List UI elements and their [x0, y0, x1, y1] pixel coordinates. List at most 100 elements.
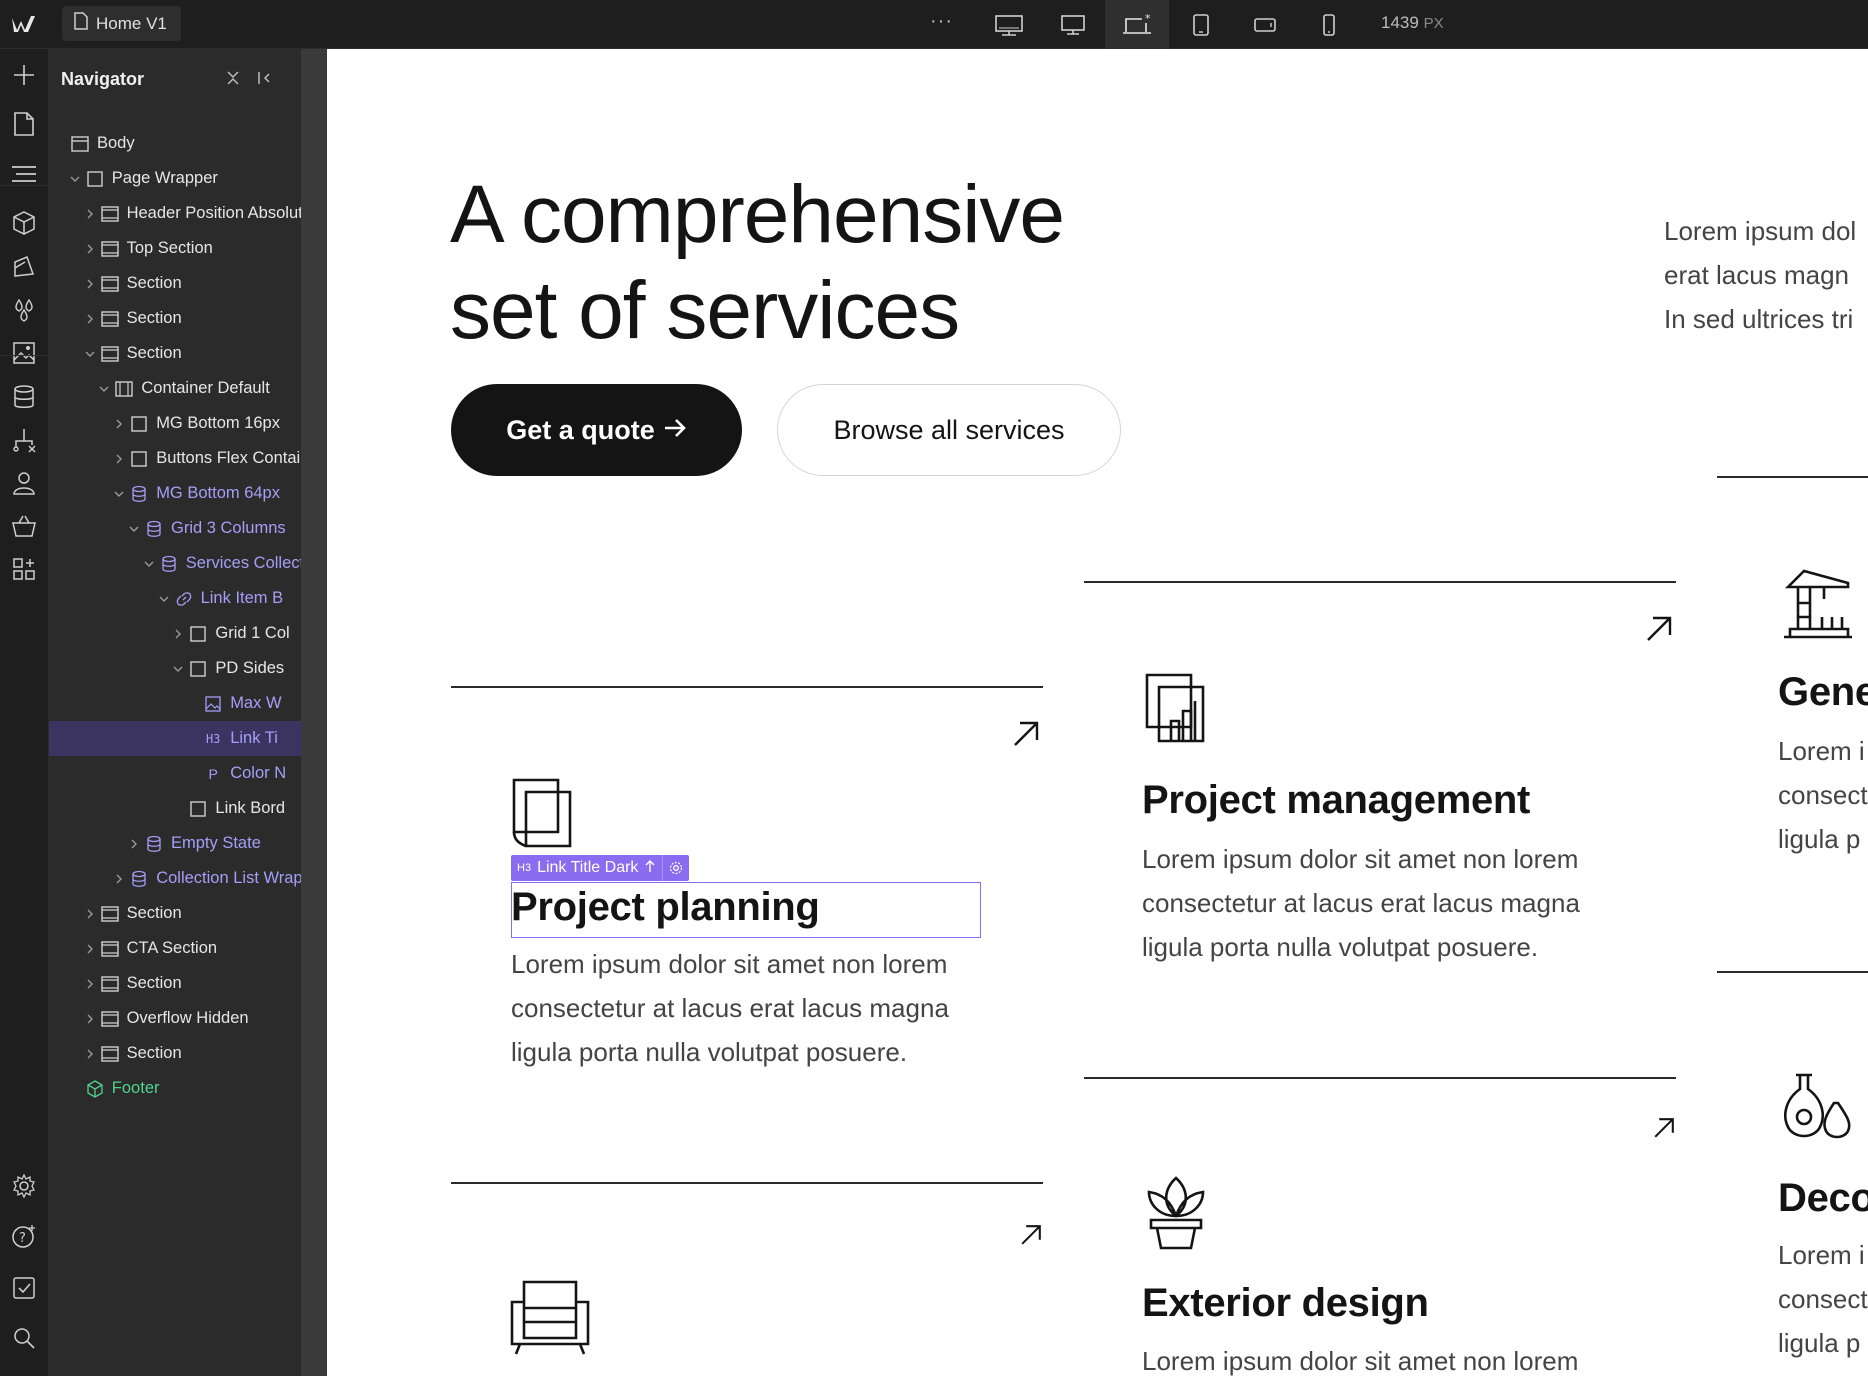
assets-icon[interactable] [10, 339, 38, 367]
cms-icon[interactable] [10, 383, 38, 411]
get-a-quote-button[interactable]: Get a quote [451, 384, 742, 476]
service-title[interactable]: Deco [1778, 1176, 1868, 1221]
settings-icon[interactable] [10, 1172, 38, 1200]
chevron-down-icon[interactable] [127, 522, 141, 536]
navigator-item[interactable]: Section [49, 301, 301, 336]
audit-checklist-icon[interactable] [10, 1274, 38, 1302]
variables-icon[interactable] [10, 296, 38, 324]
selected-element-label[interactable]: H3 Link Title Dark [511, 855, 690, 881]
chevron-right-icon[interactable] [83, 942, 97, 956]
chevron-right-icon[interactable] [83, 907, 97, 921]
navigator-item[interactable]: Section [49, 336, 301, 371]
chevron-right-icon[interactable] [112, 452, 126, 466]
chevron-down-icon[interactable] [112, 487, 126, 501]
chevron-down-icon[interactable] [171, 662, 185, 676]
design-canvas[interactable]: A comprehensive set of services Get a qu… [327, 49, 1868, 1376]
chevron-right-icon[interactable] [112, 417, 126, 431]
components-icon[interactable] [10, 209, 38, 237]
more-options-button[interactable]: ··· [930, 10, 953, 33]
navigator-item[interactable]: Page Wrapper [49, 161, 301, 196]
navigator-item[interactable]: P Color N [49, 756, 301, 791]
arrow-up-right-icon[interactable] [1652, 1116, 1676, 1140]
collection-empty-icon [145, 835, 163, 853]
browse-all-services-button[interactable]: Browse all services [777, 384, 1121, 476]
navigator-item[interactable]: Section [49, 1036, 301, 1071]
navigator-item[interactable]: Section [49, 966, 301, 1001]
navigator-item[interactable]: Grid 3 Columns [49, 511, 301, 546]
navigator-item[interactable]: Container Default [49, 371, 301, 406]
service-title[interactable]: Gene [1778, 670, 1868, 715]
search-icon[interactable] [10, 1324, 38, 1352]
navigator-item[interactable]: Buttons Flex Container [49, 441, 301, 476]
service-title[interactable]: Exterior design [1142, 1281, 1429, 1326]
ecommerce-icon[interactable] [10, 512, 38, 540]
chevron-down-icon[interactable] [83, 347, 97, 361]
apps-icon[interactable] [10, 555, 38, 583]
select-parent-icon[interactable] [644, 859, 656, 878]
webflow-logo-icon[interactable] [10, 12, 40, 36]
navigator-item[interactable]: Services Collection [49, 546, 301, 581]
chevron-down-icon[interactable] [157, 592, 171, 606]
chevron-right-icon[interactable] [171, 627, 185, 641]
navigator-item[interactable]: Link Bord [49, 791, 301, 826]
close-panel-icon[interactable] [254, 67, 276, 89]
desktop-base-icon[interactable]: * [1105, 0, 1169, 49]
chevron-down-icon[interactable] [97, 382, 111, 396]
logic-icon[interactable] [10, 426, 38, 454]
image-icon [204, 695, 222, 713]
navigator-scrollbar[interactable] [301, 49, 327, 1376]
navigator-item[interactable]: Empty State [49, 826, 301, 861]
chevron-down-icon[interactable] [142, 557, 156, 571]
chevron-right-icon[interactable] [83, 1047, 97, 1061]
divider [1717, 971, 1868, 973]
desktop-icon[interactable] [1041, 0, 1105, 49]
arrow-up-right-icon[interactable] [1019, 1223, 1043, 1247]
chevron-right-icon[interactable] [83, 1012, 97, 1026]
users-icon[interactable] [10, 469, 38, 497]
mobile-landscape-icon[interactable] [1233, 0, 1297, 49]
navigator-item[interactable]: Body [49, 126, 301, 161]
arrow-up-right-icon[interactable] [1011, 719, 1041, 749]
navigator-item[interactable]: Collection List Wrapper [49, 861, 301, 896]
navigator-item[interactable]: PD Sides [49, 651, 301, 686]
style-selectors-icon[interactable] [10, 253, 38, 281]
intro-paragraph[interactable]: Lorem ipsum dol erat lacus magn In sed u… [1664, 209, 1868, 341]
service-title[interactable]: Project planning [511, 885, 820, 930]
element-settings-icon[interactable] [662, 855, 689, 881]
navigator-item[interactable]: Header Position Absolute [49, 196, 301, 231]
chevron-right-icon[interactable] [83, 977, 97, 991]
add-elements-icon[interactable] [10, 61, 38, 89]
pages-icon[interactable] [10, 110, 38, 138]
navigator-item[interactable]: CTA Section [49, 931, 301, 966]
navigator-icon[interactable] [10, 160, 38, 188]
collapse-all-icon[interactable] [222, 67, 244, 89]
chevron-right-icon[interactable] [112, 872, 126, 886]
hero-title[interactable]: A comprehensive set of services [450, 167, 1170, 359]
navigator-item[interactable]: Section [49, 266, 301, 301]
navigator-item[interactable]: H3 Link Ti [49, 721, 301, 756]
chevron-right-icon[interactable] [83, 277, 97, 291]
mobile-portrait-icon[interactable] [1297, 0, 1361, 49]
collection-list-icon [130, 485, 148, 503]
navigator-item[interactable]: Section [49, 896, 301, 931]
arrow-up-right-icon[interactable] [1644, 614, 1674, 644]
chevron-right-icon[interactable] [127, 837, 141, 851]
navigator-item[interactable]: Link Item B [49, 581, 301, 616]
navigator-item[interactable]: Grid 1 Col [49, 616, 301, 651]
navigator-item[interactable]: MG Bottom 16px [49, 406, 301, 441]
navigator-item[interactable]: Top Section [49, 231, 301, 266]
canvas-width-readout: 1439 PX [1381, 13, 1444, 33]
navigator-item[interactable]: Footer [49, 1071, 301, 1106]
navigator-item[interactable]: MG Bottom 64px [49, 476, 301, 511]
chevron-down-icon[interactable] [68, 172, 82, 186]
desktop-large-icon[interactable] [977, 0, 1041, 49]
chevron-right-icon[interactable] [83, 312, 97, 326]
tablet-icon[interactable] [1169, 0, 1233, 49]
help-icon[interactable]: ? [10, 1222, 38, 1250]
service-title[interactable]: Project management [1142, 778, 1530, 823]
chevron-right-icon[interactable] [83, 207, 97, 221]
navigator-item[interactable]: Overflow Hidden [49, 1001, 301, 1036]
page-selector[interactable]: Home V1 [62, 6, 181, 41]
chevron-right-icon[interactable] [83, 242, 97, 256]
navigator-item[interactable]: Max W [49, 686, 301, 721]
